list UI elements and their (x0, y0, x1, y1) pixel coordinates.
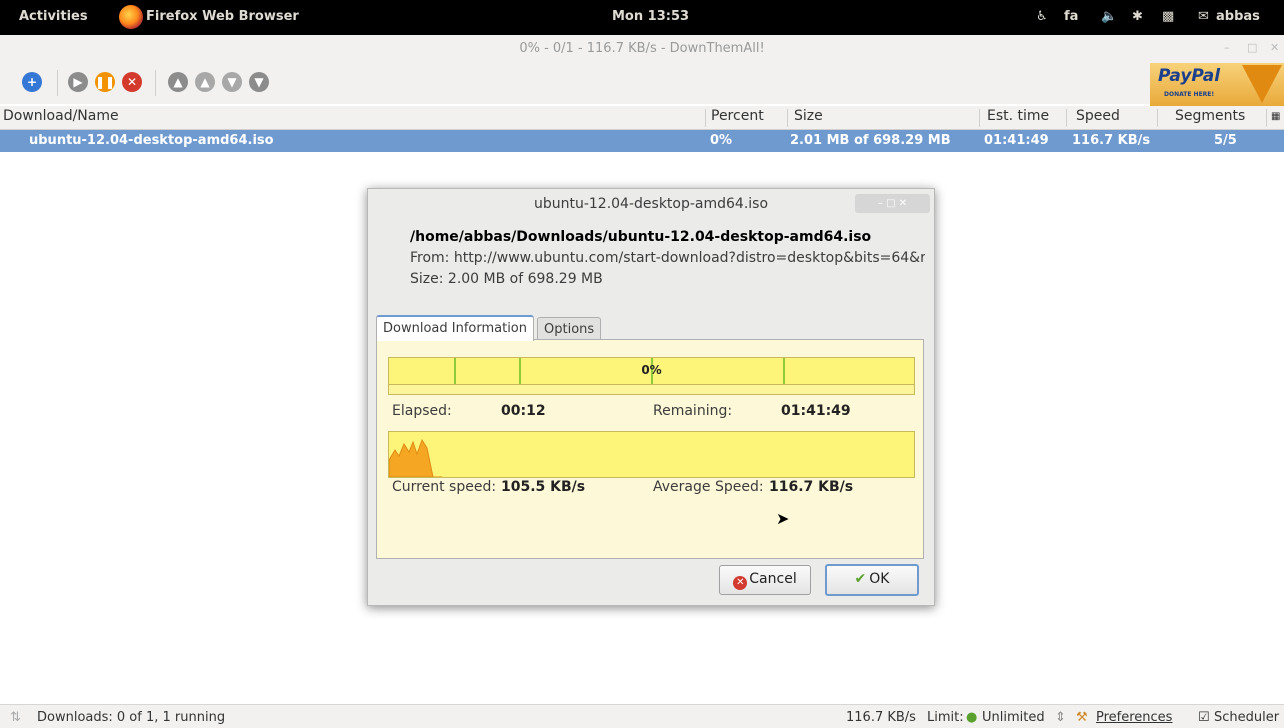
bluetooth-icon[interactable]: ✱ (1132, 9, 1143, 24)
status-bar: ⇅ Downloads: 0 of 1, 1 running 116.7 KB/… (0, 704, 1284, 728)
wrench-icon: ⚒ (1076, 710, 1088, 725)
toolbar (0, 63, 1284, 104)
scheduler-label: Scheduler (1214, 710, 1280, 725)
accessibility-icon[interactable]: ♿ (1036, 9, 1048, 24)
row-name: ubuntu-12.04-desktop-amd64.iso (29, 133, 274, 148)
segmented-progress-bar: 0% (388, 357, 915, 395)
volume-icon[interactable]: 🔈 (1101, 9, 1117, 24)
download-info-dialog: ubuntu-12.04-desktop-amd64.iso – □ ✕ /ho… (367, 188, 935, 606)
tab-download-information[interactable]: Download Information (376, 315, 535, 341)
top-panel: Activities Firefox Web Browser Mon 13:53… (0, 0, 1284, 35)
column-name[interactable]: Download/Name (3, 108, 119, 124)
column-speed[interactable]: Speed (1076, 108, 1120, 124)
app-menu[interactable]: Firefox Web Browser (146, 9, 299, 24)
preferences-link[interactable]: Preferences (1096, 710, 1172, 725)
toolbar-separator (57, 70, 58, 96)
cancel-icon[interactable]: ✕ (122, 72, 142, 92)
remaining-value: 01:41:49 (781, 403, 851, 419)
add-icon[interactable]: + (22, 72, 42, 92)
move-up-icon[interactable]: ▲ (195, 72, 215, 92)
column-divider (979, 109, 980, 127)
source-url-row: From: http://www.ubuntu.com/start-downlo… (410, 250, 925, 266)
checkmark-icon: ✔ (854, 571, 867, 587)
column-divider (1066, 109, 1067, 127)
pause-icon[interactable]: ❚❚ (95, 72, 115, 92)
current-speed-value: 105.5 KB/s (501, 479, 586, 495)
minimize-icon[interactable]: – (1224, 41, 1230, 54)
remaining-label: Remaining: (653, 403, 733, 419)
chat-icon[interactable]: ✉ (1198, 9, 1209, 24)
progress-percent: 0% (641, 363, 662, 377)
download-information-panel: 0% Elapsed: 00:12 Remaining: 01:41:49 Cu… (376, 339, 924, 559)
toolbar-separator (155, 70, 156, 96)
cancel-icon: ✕ (733, 576, 748, 590)
move-down-icon[interactable]: ▼ (222, 72, 242, 92)
mouse-cursor-icon: ➤ (776, 509, 790, 528)
speed-graph-plot (389, 438, 442, 477)
paypal-donate-label: DONATE HERE! (1164, 91, 1215, 98)
elapsed-value: 00:12 (501, 403, 546, 419)
paypal-logo: PayPal (1158, 66, 1221, 86)
row-speed: 116.7 KB/s (1072, 133, 1151, 148)
column-segments[interactable]: Segments (1175, 108, 1245, 124)
scheduler-checkbox[interactable]: ☑ (1198, 710, 1210, 725)
close-icon[interactable]: ✕ (1270, 41, 1279, 54)
status-icon: ⇅ (10, 710, 21, 725)
size-label: Size: (410, 271, 444, 287)
column-divider (787, 109, 788, 127)
paypal-donate-button[interactable]: PayPal DONATE HERE! (1150, 63, 1284, 106)
move-top-icon[interactable]: ▲ (168, 72, 188, 92)
size-value: 2.00 MB of 698.29 MB (447, 271, 603, 287)
column-percent[interactable]: Percent (711, 108, 764, 124)
ok-button[interactable]: ✔ OK (825, 564, 919, 596)
column-size[interactable]: Size (794, 108, 823, 124)
tab-options[interactable]: Options (537, 317, 602, 340)
row-percent: 0% (710, 133, 733, 148)
row-est-time: 01:41:49 (984, 133, 1049, 148)
user-menu[interactable]: abbas (1216, 9, 1260, 24)
column-picker-icon[interactable]: ▦ (1271, 111, 1280, 122)
dialog-window-controls[interactable]: – □ ✕ (855, 194, 930, 213)
column-divider (1157, 109, 1158, 127)
limit-status-icon: ● (966, 710, 978, 725)
source-url[interactable]: http://www.ubuntu.com/start-download?dis… (454, 250, 925, 266)
speed-graph-area (389, 438, 442, 477)
download-list-header: Download/Name Percent Size Est. time Spe… (0, 106, 1284, 130)
average-speed-value: 116.7 KB/s (769, 479, 854, 495)
column-divider (1266, 109, 1267, 127)
window-title: 0% - 0/1 - 116.7 KB/s - DownThemAll! (519, 41, 765, 56)
firefox-icon (119, 5, 143, 29)
column-est-time[interactable]: Est. time (987, 108, 1049, 124)
row-segments: 5/5 (1214, 133, 1237, 148)
cancel-button-label: Cancel (749, 571, 797, 587)
average-speed-label: Average Speed: (653, 479, 764, 495)
column-divider (705, 109, 706, 127)
limit-spinner-icon[interactable]: ⇕ (1055, 710, 1066, 725)
from-label: From: (410, 250, 450, 266)
dialog-title: ubuntu-12.04-desktop-amd64.iso (533, 196, 769, 212)
resume-icon[interactable]: ▶ (68, 72, 88, 92)
maximize-icon[interactable]: □ (1247, 41, 1257, 54)
progress-track: 0% (389, 358, 914, 385)
cancel-button[interactable]: ✕ Cancel (719, 565, 811, 595)
keyboard-layout-indicator[interactable]: fa (1064, 9, 1078, 24)
network-icon[interactable]: ▩ (1162, 9, 1174, 24)
limit-label: Limit: (927, 710, 964, 725)
elapsed-label: Elapsed: (392, 403, 452, 419)
window-titlebar: 0% - 0/1 - 116.7 KB/s - DownThemAll! – □… (0, 35, 1284, 64)
download-arrow-icon (1242, 65, 1282, 103)
row-size: 2.01 MB of 698.29 MB (790, 133, 951, 148)
move-bottom-icon[interactable]: ▼ (249, 72, 269, 92)
total-speed: 116.7 KB/s (846, 710, 916, 725)
activities-button[interactable]: Activities (19, 9, 88, 24)
speed-graph (388, 431, 915, 478)
ok-button-label: OK (869, 571, 890, 587)
clock[interactable]: Mon 13:53 (612, 9, 689, 24)
current-speed-label: Current speed: (392, 479, 497, 495)
table-row[interactable]: ubuntu-12.04-desktop-amd64.iso 0% 2.01 M… (0, 130, 1284, 152)
downloads-summary: Downloads: 0 of 1, 1 running (37, 710, 226, 725)
size-row: Size: 2.00 MB of 698.29 MB (410, 271, 603, 287)
limit-value[interactable]: Unlimited (982, 710, 1045, 725)
file-path: /home/abbas/Downloads/ubuntu-12.04-deskt… (410, 229, 872, 245)
